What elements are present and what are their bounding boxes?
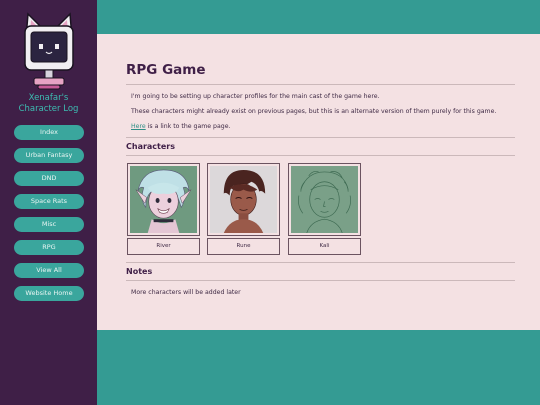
cat-computer-logo-icon <box>24 12 74 90</box>
character-card-kali[interactable]: Kali <box>288 163 361 255</box>
characters-heading-divider <box>126 155 515 156</box>
main-content: RPG Game I'm going to be setting up char… <box>97 34 540 330</box>
notes-divider <box>126 262 515 263</box>
page-title: RPG Game <box>126 62 206 78</box>
nav-rpg-button[interactable]: RPG <box>14 240 84 255</box>
rune-portrait-icon <box>210 166 277 233</box>
character-card-rune[interactable]: Rune <box>207 163 280 255</box>
notes-text: More characters will be added later <box>131 289 241 296</box>
nav-view-all-button[interactable]: View All <box>14 263 84 278</box>
portrait-frame <box>288 163 361 236</box>
character-name-label: River <box>127 238 200 255</box>
site-title-line-2: Character Log <box>18 104 79 114</box>
characters-heading: Characters <box>126 142 176 151</box>
portrait-frame <box>127 163 200 236</box>
nav-urban-fantasy-button[interactable]: Urban Fantasy <box>14 148 84 163</box>
game-page-link[interactable]: Here <box>131 123 146 130</box>
sidebar: Xenafar's Character Log Index Urban Fant… <box>0 0 97 405</box>
nav-dnd-button[interactable]: DND <box>14 171 84 186</box>
title-divider <box>126 84 515 85</box>
river-portrait-icon <box>130 166 197 233</box>
nav-website-home-button[interactable]: Website Home <box>14 286 84 301</box>
site-title: Xenafar's Character Log <box>0 93 97 115</box>
note-text: These characters might already exist on … <box>131 108 497 115</box>
nav-space-rats-button[interactable]: Space Rats <box>14 194 84 209</box>
kali-sketch-icon <box>291 166 358 234</box>
notes-heading: Notes <box>126 267 153 276</box>
portrait-frame <box>207 163 280 236</box>
site-title-line-1: Xenafar's <box>28 93 69 103</box>
notes-heading-divider <box>126 280 515 281</box>
intro-text: I'm going to be setting up character pro… <box>131 93 380 100</box>
character-name-label: Rune <box>207 238 280 255</box>
game-link-suffix: is a link to the game page. <box>145 123 231 130</box>
game-link-line: Here is a link to the game page. <box>131 123 230 130</box>
section-divider <box>126 137 515 138</box>
nav-index-button[interactable]: Index <box>14 125 84 140</box>
nav-misc-button[interactable]: Misc <box>14 217 84 232</box>
character-name-label: Kali <box>288 238 361 255</box>
sidebar-nav: Index Urban Fantasy DND Space Rats Misc … <box>14 125 84 309</box>
character-card-river[interactable]: River <box>127 163 200 255</box>
